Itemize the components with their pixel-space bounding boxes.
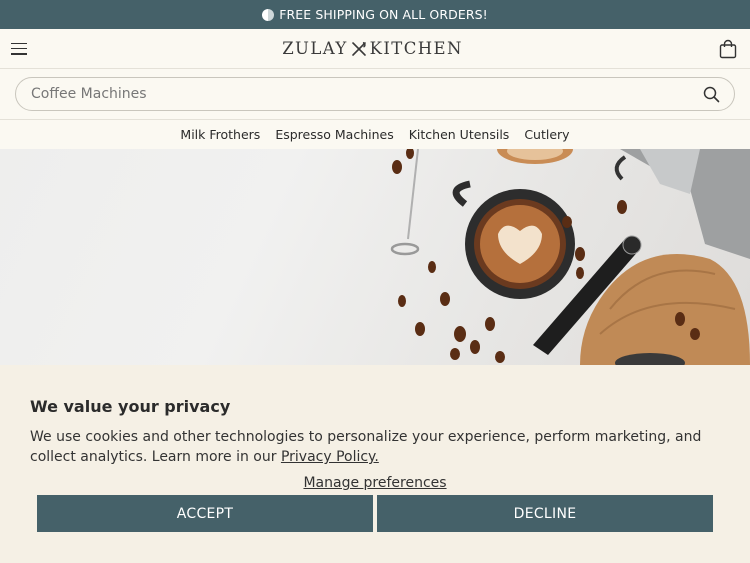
search-bar (0, 69, 750, 120)
half-circle-icon (262, 8, 275, 21)
hamburger-icon[interactable] (11, 42, 27, 56)
coffee-hero-illustration (390, 149, 750, 365)
search-input[interactable] (31, 86, 631, 102)
shopping-bag-icon[interactable] (718, 39, 738, 59)
category-nav: Milk Frothers Espresso Machines Kitchen … (0, 120, 750, 150)
logo[interactable]: ZULAY KITCHEN (282, 39, 463, 58)
category-cutlery[interactable]: Cutlery (524, 127, 569, 142)
category-milk-frothers[interactable]: Milk Frothers (180, 127, 260, 142)
promo-bar: FREE SHIPPING ON ALL ORDERS! (0, 0, 750, 29)
logo-text-left: ZULAY (282, 39, 348, 58)
cookie-buttons: ACCEPT DECLINE (37, 495, 713, 532)
search-box[interactable] (15, 77, 735, 111)
site-header: ZULAY KITCHEN (0, 29, 750, 69)
promo-text: FREE SHIPPING ON ALL ORDERS! (279, 7, 488, 22)
decline-button[interactable]: DECLINE (377, 495, 713, 532)
crossed-utensils-icon (351, 41, 366, 56)
manage-preferences-link[interactable]: Manage preferences (30, 475, 720, 491)
accept-button[interactable]: ACCEPT (37, 495, 373, 532)
category-espresso-machines[interactable]: Espresso Machines (275, 127, 393, 142)
hero-image (0, 149, 750, 365)
cookie-consent-banner: We value your privacy We use cookies and… (0, 365, 750, 563)
cookie-body: We use cookies and other technologies to… (30, 427, 720, 467)
cookie-title: We value your privacy (30, 397, 231, 416)
search-icon[interactable] (703, 86, 720, 103)
category-kitchen-utensils[interactable]: Kitchen Utensils (409, 127, 510, 142)
logo-text-right: KITCHEN (369, 39, 463, 58)
page: FREE SHIPPING ON ALL ORDERS! ZULAY KITCH… (0, 0, 750, 563)
privacy-policy-link[interactable]: Privacy Policy. (281, 449, 379, 465)
